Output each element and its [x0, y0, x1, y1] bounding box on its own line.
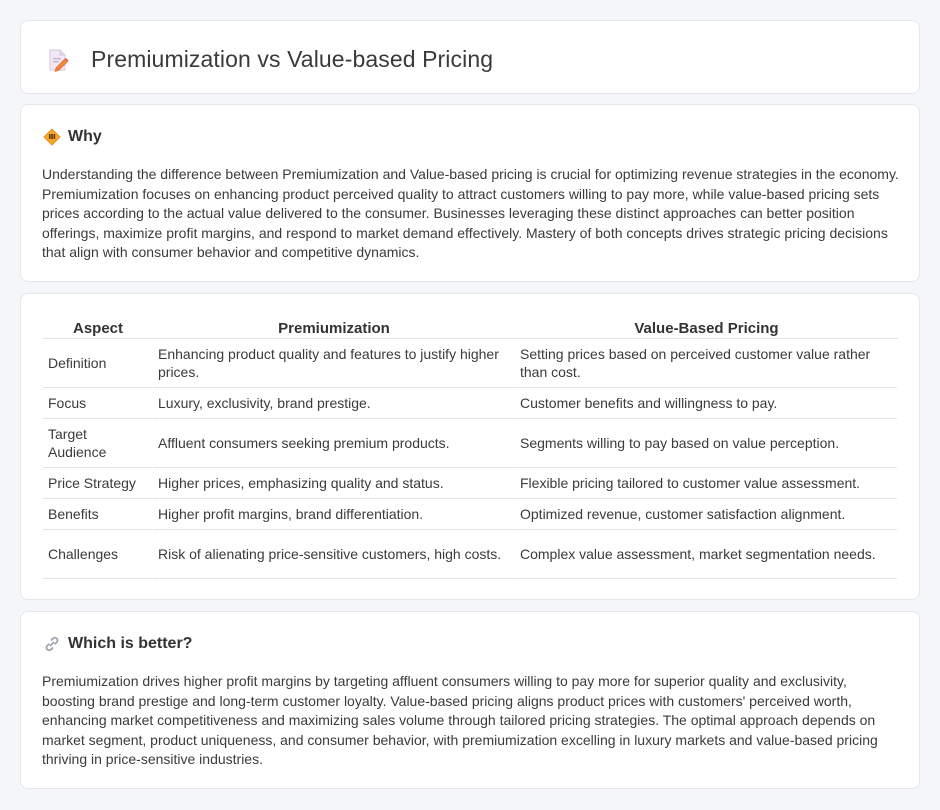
better-heading: Which is better?	[68, 635, 193, 652]
cell-premiumization: Higher profit margins, brand differentia…	[153, 499, 515, 530]
table-row: Price Strategy Higher prices, emphasizin…	[43, 468, 898, 499]
title-card: Premiumization vs Value-based Pricing	[20, 20, 920, 94]
page-title: Premiumization vs Value-based Pricing	[91, 46, 494, 72]
cell-aspect: Target Audience	[43, 419, 153, 468]
cell-premiumization: Enhancing product quality and features t…	[153, 339, 515, 388]
cell-value-based: Setting prices based on perceived custom…	[515, 339, 898, 388]
cell-value-based: Optimized revenue, customer satisfaction…	[515, 499, 898, 530]
title-row: Premiumization vs Value-based Pricing	[47, 46, 493, 73]
cell-value-based: Complex value assessment, market segment…	[515, 530, 898, 579]
header-premiumization: Premiumization	[153, 315, 515, 339]
table-row: Benefits Higher profit margins, brand di…	[43, 499, 898, 530]
cell-premiumization: Affluent consumers seeking premium produ…	[153, 419, 515, 468]
better-heading-row: Which is better?	[43, 635, 192, 653]
cell-aspect: Benefits	[43, 499, 153, 530]
cell-value-based: Customer benefits and willingness to pay…	[515, 388, 898, 419]
table-row: Target Audience Affluent consumers seeki…	[43, 419, 898, 468]
cell-aspect: Challenges	[43, 530, 153, 579]
cell-value-based: Flexible pricing tailored to customer va…	[515, 468, 898, 499]
why-heading-row: Why	[43, 128, 102, 146]
cell-aspect: Focus	[43, 388, 153, 419]
table-header-row: Aspect Premiumization Value-Based Pricin…	[43, 315, 898, 339]
better-body: Premiumization drives higher profit marg…	[42, 673, 878, 768]
header-aspect: Aspect	[43, 315, 153, 339]
table-row: Focus Luxury, exclusivity, brand prestig…	[43, 388, 898, 419]
document-pencil-icon	[47, 48, 69, 72]
comparison-table: Aspect Premiumization Value-Based Pricin…	[43, 315, 898, 579]
cell-aspect: Price Strategy	[43, 468, 153, 499]
why-body: Understanding the difference between Pre…	[42, 166, 899, 261]
comparison-section: Aspect Premiumization Value-Based Pricin…	[20, 293, 920, 600]
cell-premiumization: Risk of alienating price-sensitive custo…	[153, 530, 515, 579]
why-heading: Why	[68, 128, 102, 145]
cell-premiumization: Luxury, exclusivity, brand prestige.	[153, 388, 515, 419]
diamond-warning-icon	[43, 128, 61, 146]
which-is-better-section: Which is better? Premiumization drives h…	[20, 611, 920, 789]
table-row: Challenges Risk of alienating price-sens…	[43, 530, 898, 579]
header-value-based-pricing: Value-Based Pricing	[515, 315, 898, 339]
cell-value-based: Segments willing to pay based on value p…	[515, 419, 898, 468]
link-icon	[43, 635, 61, 653]
cell-aspect: Definition	[43, 339, 153, 388]
table-row: Definition Enhancing product quality and…	[43, 339, 898, 388]
why-section: Why Understanding the difference between…	[20, 104, 920, 282]
cell-premiumization: Higher prices, emphasizing quality and s…	[153, 468, 515, 499]
